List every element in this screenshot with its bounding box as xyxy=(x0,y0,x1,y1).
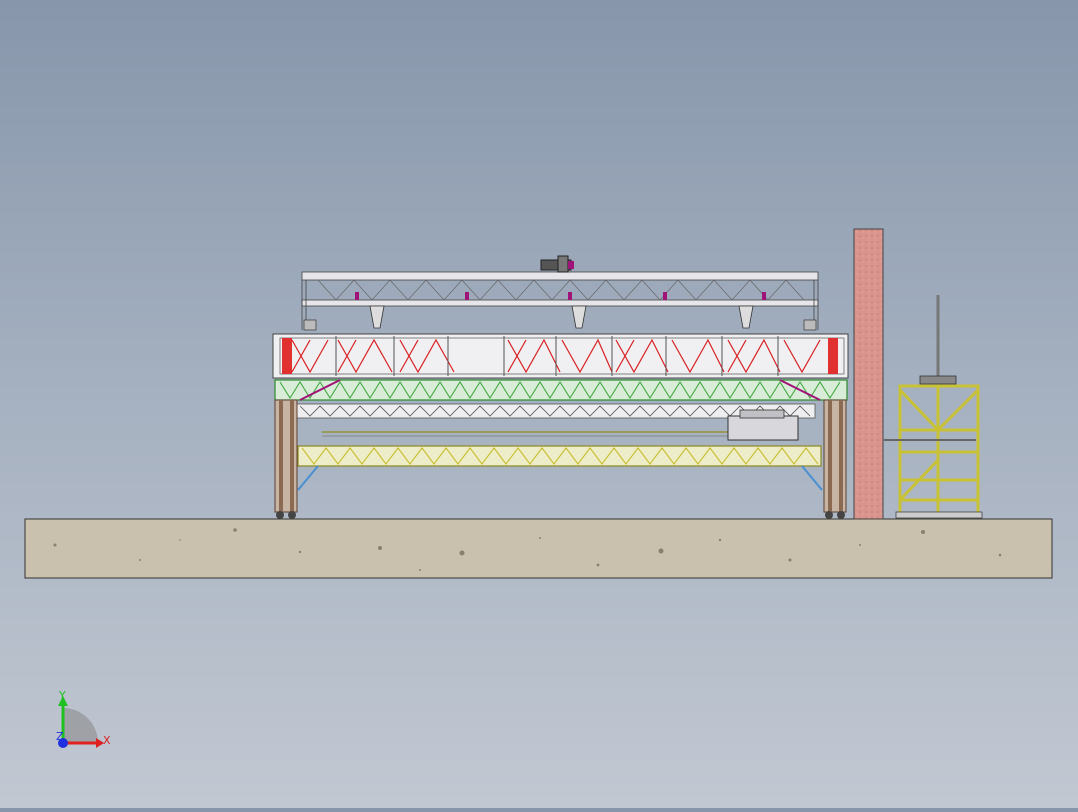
yellow-truss xyxy=(297,445,822,467)
yellow-tower xyxy=(884,295,983,519)
model-canvas[interactable]: Y X Z xyxy=(0,0,1078,808)
wall-column xyxy=(853,228,884,520)
y-axis-label: Y xyxy=(58,689,66,702)
z-axis-label: Z xyxy=(56,730,64,743)
ground-slab xyxy=(24,518,1053,579)
hangers xyxy=(369,305,754,329)
top-truss-fittings xyxy=(355,292,766,300)
x-axis-label: X xyxy=(103,734,111,747)
middle-frame xyxy=(272,333,849,379)
green-truss xyxy=(274,379,848,401)
top-motor xyxy=(540,255,574,273)
cad-viewport[interactable]: Y X Z xyxy=(0,0,1078,808)
axis-triad: Y X Z xyxy=(56,689,111,748)
